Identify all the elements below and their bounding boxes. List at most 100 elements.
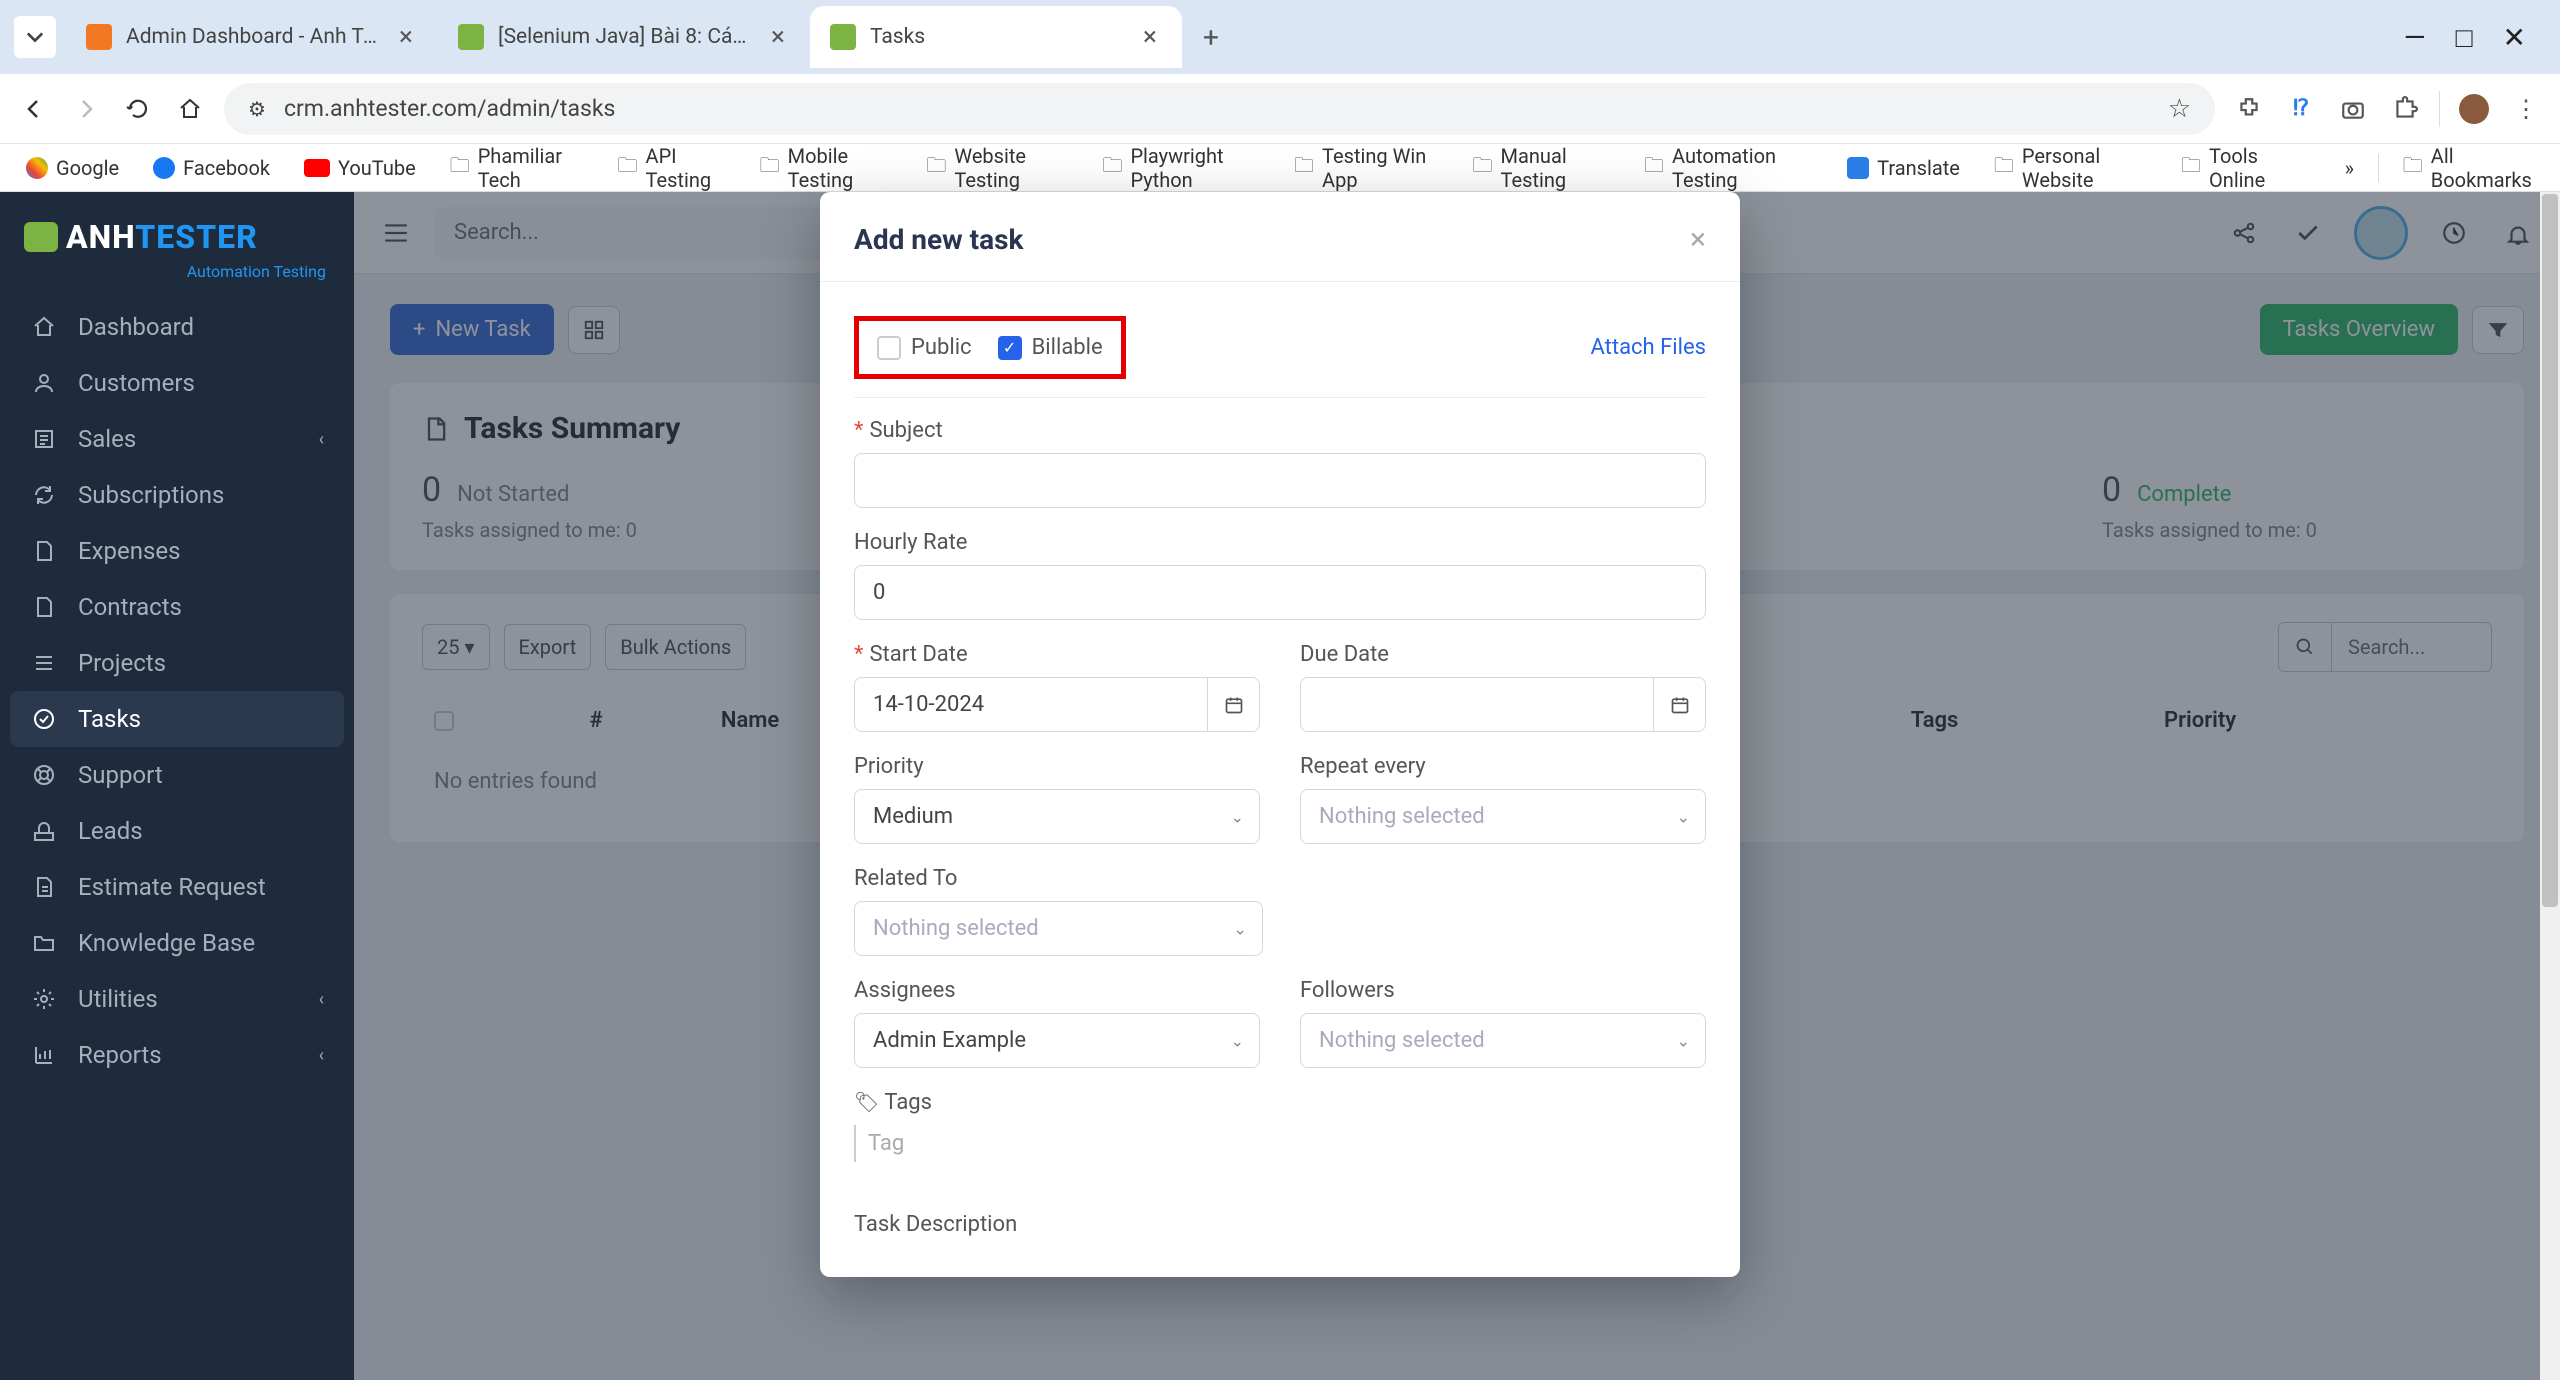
sidebar-item-leads[interactable]: Leads xyxy=(0,803,354,859)
sidebar-item-label: Expenses xyxy=(78,537,181,565)
billable-checkbox[interactable]: ✓Billable xyxy=(998,335,1103,360)
folder-icon: 🗀 xyxy=(760,151,780,185)
bookmark-phamiliar[interactable]: 🗀Phamiliar Tech xyxy=(440,138,594,198)
start-date-calendar-button[interactable] xyxy=(1208,677,1260,732)
close-tab-icon[interactable]: × xyxy=(766,25,790,49)
sidebar-item-dashboard[interactable]: Dashboard xyxy=(0,299,354,355)
bars-icon xyxy=(30,649,58,677)
user-icon xyxy=(30,369,58,397)
subject-input[interactable] xyxy=(854,453,1706,508)
browser-tab-0[interactable]: Admin Dashboard - Anh Tester × xyxy=(66,6,438,68)
close-window-icon[interactable]: ✕ xyxy=(2503,21,2526,54)
star-icon[interactable]: ☆ xyxy=(2168,94,2191,124)
page-scrollbar[interactable] xyxy=(2540,192,2560,1380)
sidebar-item-customers[interactable]: Customers xyxy=(0,355,354,411)
browser-tab-1[interactable]: [Selenium Java] Bài 8: Cách xử lý Drop × xyxy=(438,6,810,68)
bookmarks-overflow[interactable]: » xyxy=(2335,150,2364,186)
sidebar-item-expenses[interactable]: Expenses xyxy=(0,523,354,579)
check-circle-icon xyxy=(30,705,58,733)
sidebar-item-projects[interactable]: Projects xyxy=(0,635,354,691)
home-button[interactable] xyxy=(172,91,208,127)
bookmark-manual[interactable]: 🗀Manual Testing xyxy=(1463,138,1621,198)
close-tab-icon[interactable]: × xyxy=(1138,25,1162,49)
subject-label: *Subject xyxy=(854,418,1706,443)
site-settings-icon[interactable]: ⚙ xyxy=(248,97,266,121)
chevron-down-icon: ⌄ xyxy=(1234,919,1247,938)
due-date-input[interactable] xyxy=(1300,677,1654,732)
bookmark-personal[interactable]: 🗀Personal Website xyxy=(1984,138,2157,198)
public-checkbox[interactable]: Public xyxy=(877,335,972,360)
sidebar-item-tasks[interactable]: Tasks xyxy=(10,691,344,747)
app-logo[interactable]: ANHTESTER xyxy=(0,206,354,262)
browser-tab-2[interactable]: Tasks × xyxy=(810,6,1182,68)
bookmark-mobile[interactable]: 🗀Mobile Testing xyxy=(750,138,903,198)
forward-button[interactable] xyxy=(68,91,104,127)
bookmark-website[interactable]: 🗀Website Testing xyxy=(916,138,1078,198)
sidebar-item-contracts[interactable]: Contracts xyxy=(0,579,354,635)
priority-select[interactable]: Medium xyxy=(854,789,1260,844)
sidebar-item-knowledge-base[interactable]: Knowledge Base xyxy=(0,915,354,971)
tags-input[interactable]: Tag xyxy=(854,1125,916,1162)
all-bookmarks[interactable]: 🗀All Bookmarks xyxy=(2393,138,2544,198)
profile-avatar[interactable] xyxy=(2456,91,2492,127)
folder-icon: 🗀 xyxy=(926,151,946,185)
reload-button[interactable] xyxy=(120,91,156,127)
bookmark-youtube[interactable]: YouTube xyxy=(294,150,426,186)
start-date-input[interactable] xyxy=(854,677,1208,732)
hourly-rate-input[interactable] xyxy=(854,565,1706,620)
bookmark-automation[interactable]: 🗀Automation Testing xyxy=(1634,138,1823,198)
close-tab-icon[interactable]: × xyxy=(394,25,418,49)
sidebar-item-utilities[interactable]: Utilities‹ xyxy=(0,971,354,1027)
close-icon[interactable]: × xyxy=(1690,222,1706,257)
kebab-menu-icon[interactable]: ⋮ xyxy=(2508,91,2544,127)
sidebar-item-reports[interactable]: Reports‹ xyxy=(0,1027,354,1083)
due-date-calendar-button[interactable] xyxy=(1654,677,1706,732)
url-text: crm.anhtester.com/admin/tasks xyxy=(284,95,2150,122)
sidebar-item-estimate-request[interactable]: Estimate Request xyxy=(0,859,354,915)
back-button[interactable] xyxy=(16,91,52,127)
bookmark-facebook[interactable]: Facebook xyxy=(143,150,280,186)
highlight-annotation: Public ✓Billable xyxy=(854,316,1126,379)
sidebar-item-support[interactable]: Support xyxy=(0,747,354,803)
calendar-icon xyxy=(1670,695,1690,715)
priority-label: Priority xyxy=(854,754,1260,779)
related-select[interactable]: Nothing selected xyxy=(854,901,1263,956)
minimize-icon[interactable]: — xyxy=(2404,21,2426,54)
attach-files-link[interactable]: Attach Files xyxy=(1591,335,1707,360)
tab-list-dropdown[interactable] xyxy=(14,16,56,58)
sidebar-item-label: Estimate Request xyxy=(78,873,266,901)
tag-icon: 🏷 xyxy=(854,1090,879,1114)
repeat-select[interactable]: Nothing selected xyxy=(1300,789,1706,844)
add-task-modal: Add new task × Public ✓Billable Attach F… xyxy=(820,192,1740,1277)
extensions-icon[interactable] xyxy=(2231,91,2267,127)
new-tab-button[interactable]: + xyxy=(1192,18,1230,56)
address-bar[interactable]: ⚙ crm.anhtester.com/admin/tasks ☆ xyxy=(224,83,2215,135)
folder-icon: 🗀 xyxy=(2403,151,2423,185)
bookmark-winapp[interactable]: 🗀Testing Win App xyxy=(1284,138,1448,198)
followers-select[interactable]: Nothing selected xyxy=(1300,1013,1706,1068)
sidebar-item-label: Leads xyxy=(78,817,143,845)
bookmark-api[interactable]: 🗀API Testing xyxy=(608,138,736,198)
maximize-icon[interactable]: □ xyxy=(2456,21,2473,54)
camera-icon[interactable] xyxy=(2335,91,2371,127)
translate-icon[interactable]: ⁉ xyxy=(2283,91,2319,127)
app-sidebar: ANHTESTER Automation Testing DashboardCu… xyxy=(0,192,354,1380)
bookmark-google[interactable]: Google xyxy=(16,150,129,186)
bookmark-playwright[interactable]: 🗀Playwright Python xyxy=(1092,138,1270,198)
life-ring-icon xyxy=(30,761,58,789)
sidebar-item-subscriptions[interactable]: Subscriptions xyxy=(0,467,354,523)
tags-label: 🏷 Tags xyxy=(854,1090,1706,1115)
assignees-label: Assignees xyxy=(854,978,1260,1003)
bookmark-translate[interactable]: Translate xyxy=(1837,150,1970,186)
chevron-left-icon: ‹ xyxy=(319,989,324,1010)
folder-icon: 🗀 xyxy=(450,151,470,185)
folder-icon xyxy=(30,929,58,957)
sidebar-item-sales[interactable]: Sales‹ xyxy=(0,411,354,467)
puzzle-icon[interactable] xyxy=(2387,91,2423,127)
chevron-down-icon: ⌄ xyxy=(1231,807,1244,826)
chart-icon xyxy=(30,1041,58,1069)
doc-icon xyxy=(30,873,58,901)
assignees-select[interactable]: Admin Example xyxy=(854,1013,1260,1068)
chevron-left-icon: ‹ xyxy=(319,1045,324,1066)
bookmark-tools[interactable]: 🗀Tools Online xyxy=(2171,138,2307,198)
